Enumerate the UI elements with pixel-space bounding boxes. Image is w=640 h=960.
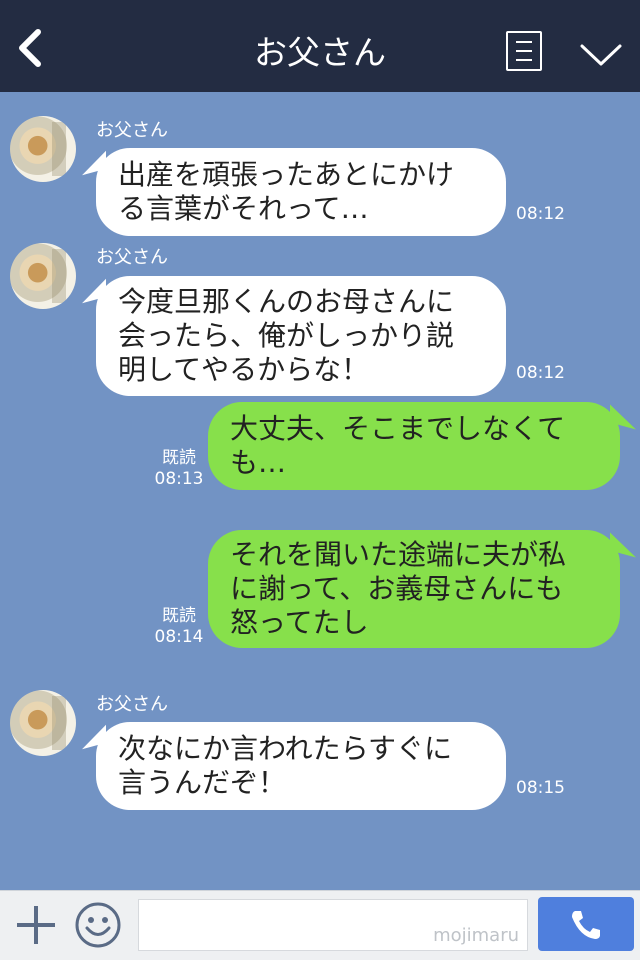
read-label: 既読 [162,606,196,626]
message-bubble-outgoing[interactable]: それを聞いた途端に夫が私 に謝って、お義母さんにも 怒ってたし [208,530,620,648]
message-bubble-outgoing[interactable]: 大丈夫、そこまでしなくて も… [208,402,620,490]
call-button[interactable] [538,897,634,951]
read-receipt: 既読 08:14 [154,606,204,648]
message-text: 次なにか言われたらすぐに 言うんだぞ！ [118,732,453,799]
avatar[interactable] [10,116,76,182]
message-text: 大丈夫、そこまでしなくて も… [230,412,566,479]
read-label: 既読 [162,448,196,468]
message-time: 08:14 [154,627,204,647]
sender-name: お父さん [96,694,168,715]
message-text: それを聞いた途端に夫が私 に謝って、お義母さんにも 怒ってたし [230,538,567,639]
message-text: 出産を頑張ったあとにかけ る言葉がそれって… [118,158,455,225]
phone-icon [572,911,600,939]
emoji-icon[interactable] [74,901,122,949]
chat-header: お父さん [0,0,640,92]
message-input[interactable]: mojimaru [138,899,528,951]
avatar[interactable] [10,690,76,756]
watermark: mojimaru [433,925,519,946]
message-bubble[interactable]: 出産を頑張ったあとにかけ る言葉がそれって… [96,148,506,236]
avatar[interactable] [10,243,76,309]
read-receipt: 既読 08:13 [154,448,204,490]
sender-name: お父さん [96,247,168,268]
chat-title: お父さん [254,33,386,72]
message-bubble[interactable]: 今度旦那くんのお母さんに 会ったら、俺がしっかり説 明してやるからな！ [96,276,506,396]
message-time: 08:12 [516,363,565,383]
message-time: 08:13 [154,469,204,489]
message-bubble[interactable]: 次なにか言われたらすぐに 言うんだぞ！ [96,722,506,810]
menu-icon[interactable] [506,31,542,71]
chevron-down-icon[interactable] [578,40,624,70]
sender-name: お父さん [96,120,168,141]
message-time: 08:15 [516,778,565,798]
message-time: 08:12 [516,204,565,224]
message-text: 今度旦那くんのお母さんに 会ったら、俺がしっかり説 明してやるからな！ [118,285,455,386]
input-bar: mojimaru [0,890,640,960]
plus-icon[interactable] [14,903,58,947]
